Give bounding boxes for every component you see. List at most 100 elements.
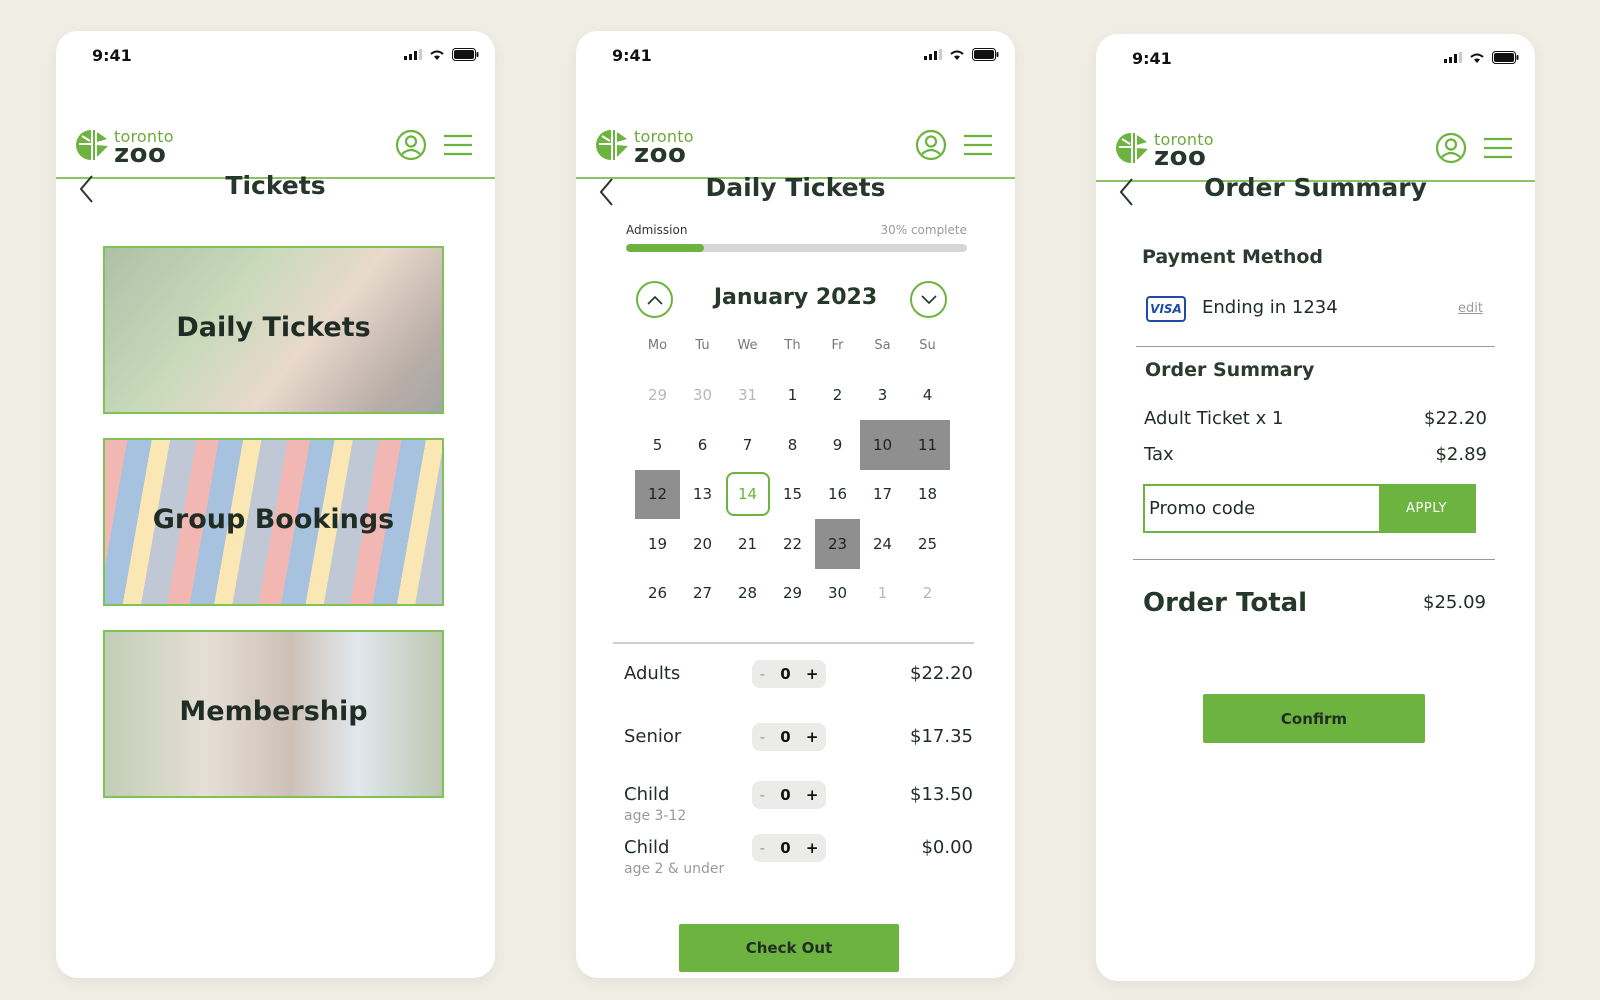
order-line-value: $22.20 — [1424, 408, 1487, 429]
signal-icon — [404, 49, 422, 60]
quantity-value: 0 — [780, 839, 791, 857]
tile-label: Daily Tickets — [176, 312, 371, 343]
card-ending-text: Ending in 1234 — [1202, 297, 1338, 318]
next-month-button[interactable] — [910, 281, 947, 318]
app-header: toronto zoo — [56, 91, 495, 179]
decrement-button[interactable]: - — [760, 786, 765, 804]
decrement-button[interactable]: - — [760, 839, 765, 857]
quantity-stepper: -0 + — [752, 660, 826, 688]
calendar-day[interactable]: 4 — [905, 371, 950, 421]
status-time: 9:41 — [1132, 49, 1172, 68]
account-icon[interactable] — [395, 129, 427, 161]
check-out-button[interactable]: Check Out — [679, 924, 899, 972]
apply-promo-button[interactable]: APPLY — [1379, 486, 1474, 531]
menu-icon[interactable] — [963, 134, 993, 156]
weekday-header: Mo — [647, 338, 668, 354]
signal-icon — [924, 49, 942, 60]
phone-tickets-screen: 9:41 toronto zoo Tickets Daily Tickets G… — [56, 31, 495, 978]
ticket-row: Child age 2 & under -0 + $0.00 — [624, 834, 973, 881]
calendar-day[interactable]: 14 — [725, 470, 770, 520]
promo-code-input[interactable]: Promo code — [1145, 486, 1379, 531]
tile-label: Group Bookings — [152, 504, 395, 535]
daily-tickets-tile[interactable]: Daily Tickets — [103, 246, 444, 414]
weekday-header: Tu — [695, 338, 710, 354]
order-line-adult: Adult Ticket x 1 $22.20 — [1144, 408, 1487, 429]
group-bookings-tile[interactable]: Group Bookings — [103, 438, 444, 606]
increment-button[interactable]: + — [806, 728, 819, 746]
selected-day-label: 14 — [725, 472, 770, 517]
zoo-logo[interactable]: toronto zoo — [594, 127, 696, 169]
calendar-day[interactable]: 18 — [905, 470, 950, 520]
ticket-type-name: Child — [624, 784, 670, 805]
ticket-price: $17.35 — [910, 726, 973, 747]
calendar-day[interactable]: 9 — [815, 420, 860, 470]
account-icon[interactable] — [1435, 132, 1467, 164]
increment-button[interactable]: + — [806, 786, 819, 804]
membership-tile[interactable]: Membership — [103, 630, 444, 798]
ticket-price: $22.20 — [910, 663, 973, 684]
calendar-day[interactable]: 29 — [770, 569, 815, 619]
system-icons — [404, 48, 479, 61]
increment-button[interactable]: + — [806, 839, 819, 857]
order-line-label: Adult Ticket x 1 — [1144, 408, 1284, 429]
calendar-day[interactable]: 26 — [635, 569, 680, 619]
progress-bar-fill — [626, 244, 705, 252]
calendar-day[interactable]: 28 — [725, 569, 770, 619]
calendar-day[interactable]: 16 — [815, 470, 860, 520]
quantity-stepper: -0 + — [752, 834, 826, 862]
app-header: toronto zoo — [1096, 94, 1535, 182]
calendar-day[interactable]: 30 — [815, 569, 860, 619]
visa-card-icon: VISA — [1146, 296, 1186, 322]
ticket-row: Senior -0 + $17.35 — [624, 723, 973, 770]
logo-text-zoo: zoo — [634, 139, 687, 169]
menu-icon[interactable] — [443, 134, 473, 156]
calendar-day[interactable]: 19 — [635, 519, 680, 569]
ticket-type-name: Senior — [624, 726, 682, 747]
menu-icon[interactable] — [1483, 137, 1513, 159]
zoo-logo[interactable]: toronto zoo — [74, 127, 176, 169]
decrement-button[interactable]: - — [760, 728, 765, 746]
calendar-day[interactable]: 17 — [860, 470, 905, 520]
calendar-day: 30 — [692, 386, 713, 405]
calendar-day[interactable]: 5 — [635, 420, 680, 470]
decrement-button[interactable]: - — [760, 665, 765, 683]
edit-payment-link[interactable]: edit — [1458, 301, 1483, 316]
calendar-day[interactable]: 20 — [680, 519, 725, 569]
ticket-type-name: Child — [624, 837, 670, 858]
status-time: 9:41 — [92, 46, 132, 65]
progress-bar — [626, 244, 967, 252]
header-actions — [915, 129, 993, 161]
calendar-day[interactable]: 6 — [680, 420, 725, 470]
page-title: Order Summary — [1204, 173, 1427, 202]
calendar-day[interactable]: 1 — [770, 371, 815, 421]
calendar-day[interactable]: 2 — [815, 371, 860, 421]
calendar-day[interactable]: 21 — [725, 519, 770, 569]
zoo-logo[interactable]: toronto zoo — [1114, 130, 1216, 172]
status-time: 9:41 — [612, 46, 652, 65]
confirm-button[interactable]: Confirm — [1203, 694, 1425, 743]
calendar-day: 2 — [922, 584, 933, 603]
order-total-value: $25.09 — [1423, 592, 1486, 613]
leaf-logo-icon — [596, 130, 628, 160]
calendar-day[interactable]: 8 — [770, 420, 815, 470]
status-bar: 9:41 — [576, 31, 1015, 81]
calendar-day: 31 — [737, 386, 758, 405]
calendar-day[interactable]: 25 — [905, 519, 950, 569]
calendar-day[interactable]: 7 — [725, 420, 770, 470]
calendar-day[interactable]: 15 — [770, 470, 815, 520]
page-title: Tickets — [225, 171, 326, 200]
quantity-stepper: -0 + — [752, 723, 826, 751]
divider — [613, 642, 974, 644]
calendar-day[interactable]: 24 — [860, 519, 905, 569]
calendar-day[interactable]: 3 — [860, 371, 905, 421]
calendar-grid: Mo Tu We Th Fr Sa Su 29 30 31 1 2 3 4 5 6 7 8 9 10 11 12 13 14 1… — [635, 321, 950, 618]
header-actions — [1435, 132, 1513, 164]
account-icon[interactable] — [915, 129, 947, 161]
calendar-day[interactable]: 13 — [680, 470, 725, 520]
calendar-day[interactable]: 22 — [770, 519, 815, 569]
wifi-icon — [950, 50, 964, 60]
increment-button[interactable]: + — [806, 665, 819, 683]
phone-order-summary-screen: 9:41 toronto zoo Order Summary Payment M… — [1096, 34, 1535, 981]
quantity-value: 0 — [780, 665, 791, 683]
calendar-day[interactable]: 27 — [680, 569, 725, 619]
